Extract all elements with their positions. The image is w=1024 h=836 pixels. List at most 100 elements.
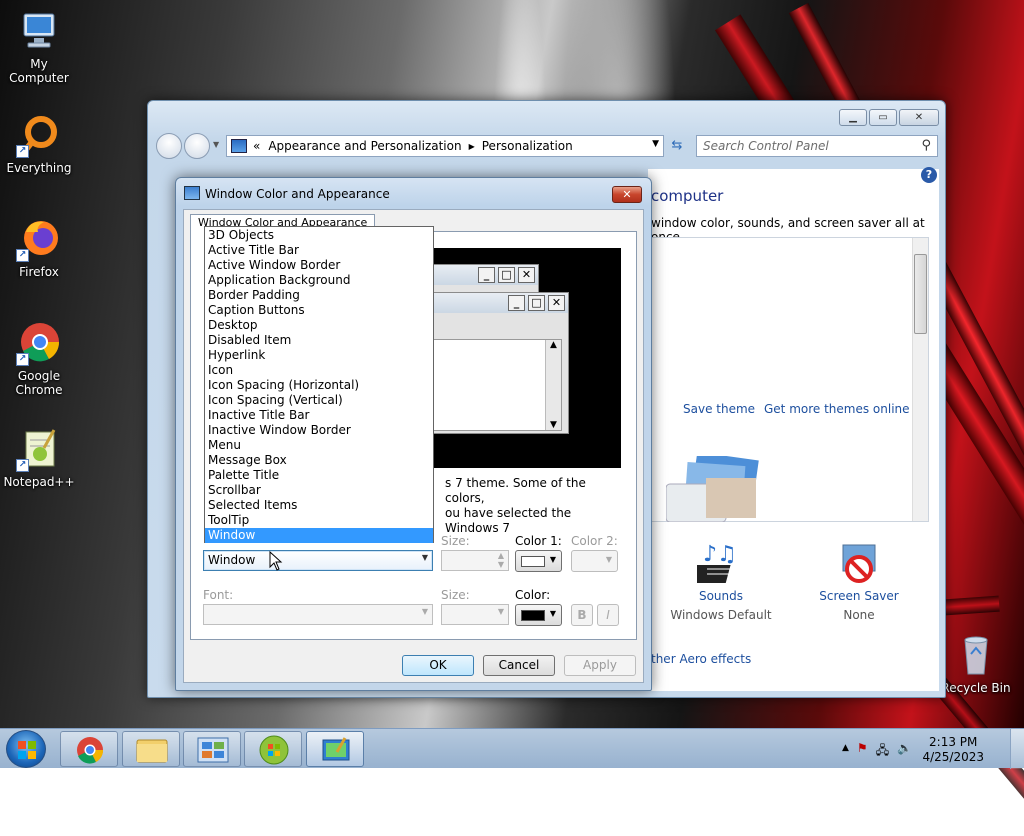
dropdown-option[interactable]: 3D Objects <box>205 228 433 243</box>
preview-close-icon: ✕ <box>518 267 535 283</box>
minimize-button[interactable]: ▁ <box>839 109 867 126</box>
taskbar-explorer-button[interactable] <box>122 731 180 767</box>
item-dropdown-list[interactable]: 3D Objects Active Title Bar Active Window … <box>204 226 434 543</box>
back-button[interactable] <box>156 133 182 159</box>
dropdown-option[interactable]: Inactive Window Border <box>205 423 433 438</box>
save-theme-link[interactable]: Save theme <box>683 402 755 416</box>
taskbar-control-panel-button[interactable] <box>183 731 241 767</box>
desktop-icon-my-computer[interactable]: My Computer <box>0 8 78 85</box>
dropdown-option[interactable]: Hyperlink <box>205 348 433 363</box>
font-color-button[interactable]: ▼ <box>515 604 562 626</box>
chevron-down-icon[interactable]: ▼ <box>606 555 612 564</box>
chrome-icon: ↗ <box>16 320 62 366</box>
breadcrumb-item-appearance[interactable]: Appearance and Personalization <box>268 139 461 153</box>
dropdown-option[interactable]: Active Window Border <box>205 258 433 273</box>
screen-saver-label[interactable]: Screen Saver <box>804 589 914 603</box>
start-button[interactable] <box>6 730 46 768</box>
control-panel-icon <box>231 139 247 153</box>
color1-button[interactable]: ▼ <box>515 550 562 572</box>
dropdown-option[interactable]: Icon Spacing (Vertical) <box>205 393 433 408</box>
dropdown-option[interactable]: Icon <box>205 363 433 378</box>
sounds-item[interactable]: ♪♫ Sounds Windows Default <box>666 541 776 622</box>
preview-maximize-icon: □ <box>528 295 545 311</box>
dropdown-option[interactable]: Border Padding <box>205 288 433 303</box>
dropdown-option[interactable]: Disabled Item <box>205 333 433 348</box>
screen-saver-item[interactable]: Screen Saver None <box>804 541 914 622</box>
color2-button[interactable]: ▼ <box>571 550 618 572</box>
dropdown-option[interactable]: Active Title Bar <box>205 243 433 258</box>
stepper-icon[interactable]: ▲ ▼ <box>498 551 504 569</box>
desktop-icon-label: Notepad++ <box>3 475 75 489</box>
maximize-button[interactable]: ▭ <box>869 109 897 126</box>
refresh-icon[interactable]: ⇆ <box>666 135 688 157</box>
font-size-label: Size: <box>441 588 470 602</box>
sounds-label[interactable]: Sounds <box>666 589 776 603</box>
dropdown-option[interactable]: Application Background <box>205 273 433 288</box>
apply-button[interactable]: Apply <box>564 655 636 676</box>
search-icon[interactable]: ⚲ <box>921 138 931 153</box>
show-hidden-icons-icon[interactable]: ▲ <box>842 743 849 762</box>
desktop-icon-firefox[interactable]: ↗ Firefox <box>0 216 78 279</box>
chevron-down-icon[interactable]: ▼ <box>498 607 504 616</box>
dropdown-option[interactable]: Scrollbar <box>205 483 433 498</box>
breadcrumb-item-personalization[interactable]: Personalization <box>482 139 573 153</box>
search-input[interactable]: Search Control Panel ⚲ <box>696 135 938 157</box>
personalization-icon <box>322 737 350 761</box>
dialog-close-button[interactable]: ✕ <box>612 186 642 203</box>
themes-scrollbar[interactable] <box>912 238 928 521</box>
dropdown-option[interactable]: Inactive Title Bar <box>205 408 433 423</box>
dropdown-option[interactable]: Menu <box>205 438 433 453</box>
dropdown-option[interactable]: Palette Title <box>205 468 433 483</box>
dropdown-option[interactable]: Message Box <box>205 453 433 468</box>
taskbar-personalization-button[interactable] <box>306 731 364 767</box>
desktop-icon-google-chrome[interactable]: ↗ Google Chrome <box>0 320 78 397</box>
italic-button[interactable]: I <box>597 604 619 626</box>
desktop-icon-label: Everything <box>6 161 72 175</box>
recent-pages-dropdown-icon[interactable]: ▼ <box>213 140 219 149</box>
dropdown-option[interactable]: Desktop <box>205 318 433 333</box>
font-dropdown[interactable]: ▼ <box>203 604 433 625</box>
desktop-icon-notepad-plus-plus[interactable]: ↗ Notepad++ <box>0 426 78 489</box>
close-button[interactable]: ✕ <box>899 109 939 126</box>
mouse-cursor-icon <box>269 550 283 574</box>
dropdown-option[interactable]: Selected Items <box>205 498 433 513</box>
item-dropdown[interactable]: Window ▼ <box>203 550 433 571</box>
show-desktop-button[interactable] <box>1010 729 1024 769</box>
theme-thumbnail[interactable] <box>665 451 781 523</box>
svg-text:♪♫: ♪♫ <box>703 542 737 567</box>
breadcrumb-separator-icon[interactable]: ▶ <box>469 142 475 151</box>
desktop-icon-label: Recycle Bin <box>941 681 1011 695</box>
chevron-down-icon[interactable]: ▼ <box>422 607 428 616</box>
bold-button[interactable]: B <box>571 604 593 626</box>
ok-button[interactable]: OK <box>402 655 474 676</box>
chevron-down-icon[interactable]: ▼ <box>550 555 556 564</box>
help-icon[interactable]: ? <box>921 167 937 183</box>
font-size-dropdown[interactable]: ▼ <box>441 604 509 625</box>
volume-icon[interactable]: 🔈 <box>897 741 912 762</box>
taskbar: ▲ ⚑ 🖧 🔈 2:13 PM 4/25/2023 <box>0 728 1024 769</box>
dropdown-option[interactable]: Caption Buttons <box>205 303 433 318</box>
clock[interactable]: 2:13 PM 4/25/2023 <box>922 735 984 765</box>
breadcrumb-root[interactable]: « <box>253 139 260 153</box>
dropdown-option[interactable]: Icon Spacing (Horizontal) <box>205 378 433 393</box>
chevron-down-icon[interactable]: ▼ <box>550 609 556 618</box>
dropdown-option[interactable]: Window <box>205 528 433 543</box>
address-dropdown-icon[interactable]: ▼ <box>652 139 659 149</box>
font-color-label: Color: <box>515 588 551 602</box>
preview-maximize-icon: □ <box>498 267 515 283</box>
cancel-button[interactable]: Cancel <box>483 655 555 676</box>
aero-effects-link[interactable]: ther Aero effects <box>651 652 751 666</box>
scrollbar-thumb[interactable] <box>914 254 927 334</box>
desktop-icon-recycle-bin[interactable]: Recycle Bin <box>936 632 1016 695</box>
taskbar-chrome-button[interactable] <box>60 731 118 767</box>
item-size-stepper[interactable]: ▲ ▼ <box>441 550 509 571</box>
desktop-icon-everything[interactable]: ↗ Everything <box>0 112 78 175</box>
address-bar[interactable]: « Appearance and Personalization ▶ Perso… <box>226 135 664 157</box>
forward-button[interactable] <box>184 133 210 159</box>
action-center-icon[interactable]: ⚑ <box>857 741 868 762</box>
dropdown-option[interactable]: ToolTip <box>205 513 433 528</box>
taskbar-windows-button[interactable] <box>244 731 302 767</box>
chevron-down-icon[interactable]: ▼ <box>422 553 428 562</box>
network-icon[interactable]: 🖧 <box>876 741 889 762</box>
get-more-themes-link[interactable]: Get more themes online <box>764 402 910 416</box>
